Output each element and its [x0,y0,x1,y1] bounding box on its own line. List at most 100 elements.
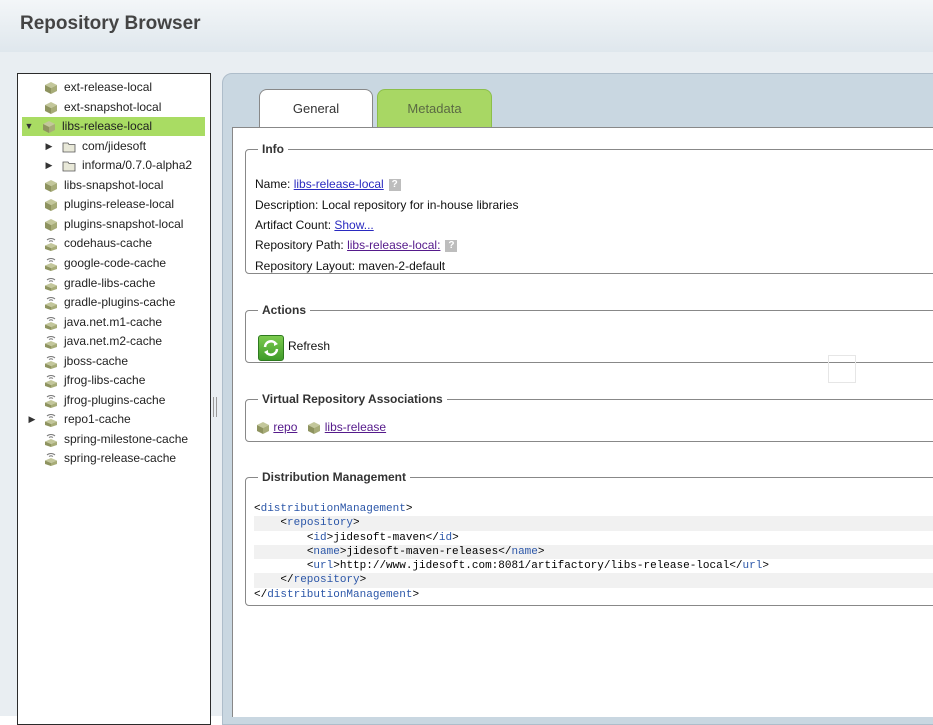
expand-arrow-icon[interactable]: ▶ [27,410,37,429]
tree-item[interactable]: ext-release-local [18,78,208,97]
virtual-associations-section: Virtual Repository Associations repo lib… [245,392,933,442]
repo-cube-icon [44,81,58,95]
repository-layout-row: Repository Layout: maven-2-default [255,259,445,273]
xml-bracket: > [412,588,420,601]
xml-bracket: </ [425,531,439,544]
xml-bracket: </ [498,545,512,558]
refresh-icon[interactable] [258,335,284,361]
xml-bracket: > [405,503,413,515]
info-section: Info Name: libs-release-local? Descripti… [245,142,933,274]
tree-item[interactable]: gradle-plugins-cache [18,293,208,312]
xml-line: <distributionManagement> [254,502,933,516]
tree-item-label: jfrog-libs-cache [64,373,146,388]
xml-line: <repository> [254,516,933,531]
tree-item[interactable]: jfrog-libs-cache [18,371,208,390]
tree-item[interactable]: ▶ informa/0.7.0-alpha2 [18,156,208,175]
tab-metadata[interactable]: Metadata [377,89,492,128]
xml-line: </distributionManagement> [254,588,933,602]
tree-item[interactable]: codehaus-cache [18,234,208,253]
description-value: Local repository for in-house libraries [321,198,519,212]
xml-bracket: > [333,560,340,573]
tree-item-label: ext-release-local [64,80,153,94]
name-link[interactable]: libs-release-local [294,177,384,191]
tree-item-label: spring-milestone-cache [64,431,189,446]
name-row: Name: libs-release-local? [255,177,401,191]
remote-cube-icon [44,257,58,271]
repository-path-label: Repository Path: [255,238,344,252]
refresh-button[interactable]: Refresh [288,339,330,353]
xml-tag: repository [287,517,354,530]
xml-tag: id [313,531,327,544]
tree-item-label: repo1-cache [64,412,131,427]
tree-item[interactable]: spring-release-cache [18,449,208,468]
splitter-handle[interactable] [213,397,217,417]
xml-tag: distributionManagement [267,588,413,601]
virtual-link-libs-release[interactable]: libs-release [325,420,386,434]
xml-tag: url [742,560,763,573]
tree-item-label: informa/0.7.0-alpha2 [82,158,193,173]
tree-item[interactable]: ext-snapshot-local [18,98,208,117]
repo-cube-icon [257,421,269,434]
folder-icon [62,140,76,154]
help-icon[interactable]: ? [388,178,401,191]
info-legend: Info [262,142,284,156]
repository-path-row: Repository Path: libs-release-local:? [255,238,458,252]
xml-indent [254,517,280,529]
expand-arrow-icon[interactable]: ▼ [24,117,34,136]
xml-indent [254,574,280,586]
tree-item[interactable]: ▼ libs-release-local [22,117,205,137]
remote-cube-icon [44,452,58,467]
xml-bracket: </ [729,560,743,573]
xml-bracket: </ [280,574,294,587]
folder-icon [62,159,76,173]
tree-item[interactable]: gradle-libs-cache [18,274,208,293]
remote-cube-icon [44,413,58,428]
tree-item-label: jfrog-plugins-cache [64,392,166,407]
repo-cube-icon [44,198,58,212]
repository-path-link[interactable]: libs-release-local: [347,238,440,252]
remote-cube-icon [44,237,58,252]
tree-item[interactable]: plugins-snapshot-local [18,215,208,234]
xml-text: jidesoft-maven [333,531,426,544]
tree-item-label: google-code-cache [64,255,167,270]
tree-item[interactable]: google-code-cache [18,254,208,273]
remote-cube-icon [44,374,58,389]
tree-item[interactable]: ▶ com/jidesoft [18,137,208,156]
xml-bracket: < [254,503,261,515]
tree-item[interactable]: java.net.m1-cache [18,313,208,332]
xml-bracket: > [452,531,459,544]
tab-general[interactable]: General [259,89,373,128]
tree-item-label: plugins-release-local [64,197,175,212]
help-icon[interactable]: ? [445,239,458,252]
expand-arrow-icon[interactable]: ▶ [44,137,54,156]
repo-cube-icon [42,120,56,134]
tree-item[interactable]: jfrog-plugins-cache [18,391,208,410]
expand-arrow-icon[interactable]: ▶ [44,156,54,175]
xml-indent [254,532,307,544]
show-count-link[interactable]: Show... [334,218,373,232]
xml-tag: id [438,531,453,544]
tree-item[interactable]: ▶ repo1-cache [18,410,208,429]
tree-item[interactable]: plugins-release-local [18,195,208,214]
tree-item[interactable]: java.net.m2-cache [18,332,208,351]
repository-tree[interactable]: ext-release-local ext-snapshot-local ▼ libs… [17,73,211,725]
virtual-links: repo libs-release [256,420,386,435]
repository-layout-label: Repository Layout: [255,259,356,273]
tree-item[interactable]: spring-milestone-cache [18,430,208,449]
xml-indent [254,560,307,572]
xml-tag: name [313,545,340,558]
tree-item[interactable]: jboss-cache [18,352,208,371]
actions-section: Actions Refresh [245,303,933,363]
tree-item-label: ext-snapshot-local [64,99,162,114]
xml-line: </repository> [254,573,933,588]
xml-tag: name [511,545,538,558]
tree-item-label: libs-snapshot-local [64,177,164,192]
virtual-link-repo[interactable]: repo [273,420,297,434]
xml-bracket: > [359,574,367,587]
page-title: Repository Browser [20,13,201,34]
tree-item[interactable]: libs-snapshot-local [18,176,208,195]
xml-indent [254,546,307,558]
tree-item-label: gradle-libs-cache [64,275,156,290]
xml-bracket: </ [254,588,268,601]
artifact-count-row: Artifact Count: Show... [255,218,374,232]
